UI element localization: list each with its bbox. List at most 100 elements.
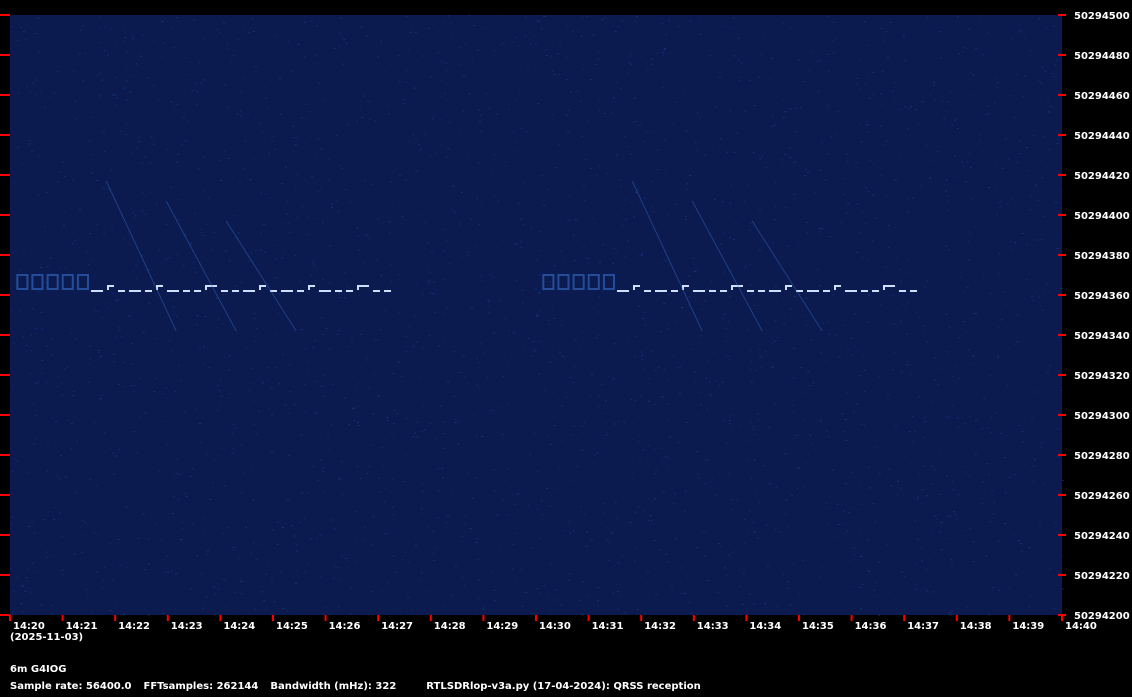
noise-speck	[1060, 189, 1063, 191]
noise-speck	[390, 280, 393, 282]
noise-speck	[622, 169, 625, 171]
noise-speck	[793, 194, 796, 195]
noise-speck	[232, 547, 235, 548]
noise-speck	[98, 97, 101, 99]
noise-speck	[728, 554, 731, 556]
noise-speck	[883, 247, 886, 249]
noise-speck	[612, 262, 615, 264]
noise-speck	[343, 272, 346, 274]
noise-speck	[553, 488, 556, 490]
noise-speck	[34, 594, 37, 596]
noise-speck	[872, 163, 874, 165]
noise-speck	[912, 197, 915, 199]
noise-speck	[727, 348, 730, 350]
noise-speck	[491, 173, 494, 175]
noise-speck	[330, 203, 333, 205]
x-tick-label: 14:31	[592, 621, 624, 632]
noise-speck	[356, 422, 359, 423]
noise-speck	[515, 243, 518, 244]
noise-speck	[347, 560, 350, 562]
noise-speck	[176, 316, 179, 317]
noise-speck	[295, 550, 298, 552]
noise-speck	[559, 218, 562, 220]
noise-speck	[782, 140, 785, 142]
noise-speck	[51, 390, 54, 392]
noise-speck	[560, 439, 563, 441]
noise-speck	[471, 58, 474, 60]
noise-speck	[75, 492, 78, 493]
noise-speck	[764, 178, 767, 180]
noise-speck	[536, 315, 539, 317]
noise-speck	[435, 547, 438, 549]
noise-speck	[166, 149, 169, 151]
noise-speck	[248, 390, 251, 392]
noise-speck	[967, 231, 970, 233]
noise-speck	[440, 95, 443, 97]
noise-speck	[232, 448, 234, 450]
noise-speck	[1056, 337, 1059, 338]
noise-speck	[731, 499, 734, 501]
noise-speck	[630, 63, 633, 65]
noise-speck	[764, 457, 767, 459]
noise-speck	[261, 380, 264, 382]
noise-speck	[804, 392, 807, 394]
noise-speck	[427, 191, 430, 193]
noise-speck	[529, 567, 532, 569]
noise-speck	[254, 66, 257, 68]
noise-speck	[156, 203, 159, 205]
noise-speck	[670, 487, 673, 489]
noise-speck	[635, 547, 638, 549]
noise-speck	[284, 404, 287, 406]
noise-speck	[516, 151, 518, 153]
noise-speck	[583, 247, 586, 249]
noise-speck	[169, 300, 172, 302]
noise-speck	[613, 423, 616, 425]
noise-speck	[860, 423, 863, 425]
noise-speck	[764, 350, 767, 352]
noise-speck	[667, 214, 670, 216]
noise-speck	[606, 539, 609, 541]
noise-speck	[336, 135, 339, 137]
noise-speck	[947, 200, 950, 202]
noise-speck	[240, 593, 243, 595]
signal-dash	[91, 290, 103, 292]
noise-speck	[18, 257, 21, 259]
noise-speck	[372, 413, 374, 415]
noise-speck	[30, 591, 33, 593]
noise-speck	[259, 249, 262, 251]
noise-speck	[1006, 384, 1009, 386]
noise-speck	[337, 210, 340, 212]
noise-speck	[1012, 534, 1015, 535]
noise-speck	[442, 433, 445, 435]
noise-speck	[749, 229, 752, 231]
noise-speck	[902, 303, 905, 305]
noise-speck	[986, 463, 989, 465]
noise-speck	[407, 596, 410, 598]
noise-speck	[305, 118, 308, 120]
noise-speck	[276, 313, 279, 314]
noise-speck	[567, 131, 570, 133]
noise-speck	[21, 336, 24, 338]
noise-speck	[935, 518, 938, 520]
noise-speck	[581, 449, 584, 451]
noise-speck	[140, 162, 143, 164]
noise-speck	[1055, 79, 1058, 81]
signal-dash	[633, 285, 635, 290]
noise-speck	[760, 54, 763, 56]
noise-speck	[469, 528, 472, 529]
noise-speck	[952, 481, 955, 483]
noise-speck	[203, 363, 206, 365]
noise-speck	[567, 474, 570, 476]
noise-speck	[831, 469, 834, 471]
noise-speck	[88, 363, 91, 365]
noise-speck	[22, 611, 25, 612]
noise-speck	[196, 315, 199, 317]
noise-speck	[604, 413, 607, 415]
noise-speck	[325, 328, 328, 330]
noise-speck	[913, 431, 916, 432]
noise-speck	[283, 223, 286, 225]
noise-speck	[421, 508, 423, 510]
noise-speck	[346, 189, 349, 191]
noise-speck	[207, 367, 210, 368]
noise-speck	[147, 77, 150, 79]
